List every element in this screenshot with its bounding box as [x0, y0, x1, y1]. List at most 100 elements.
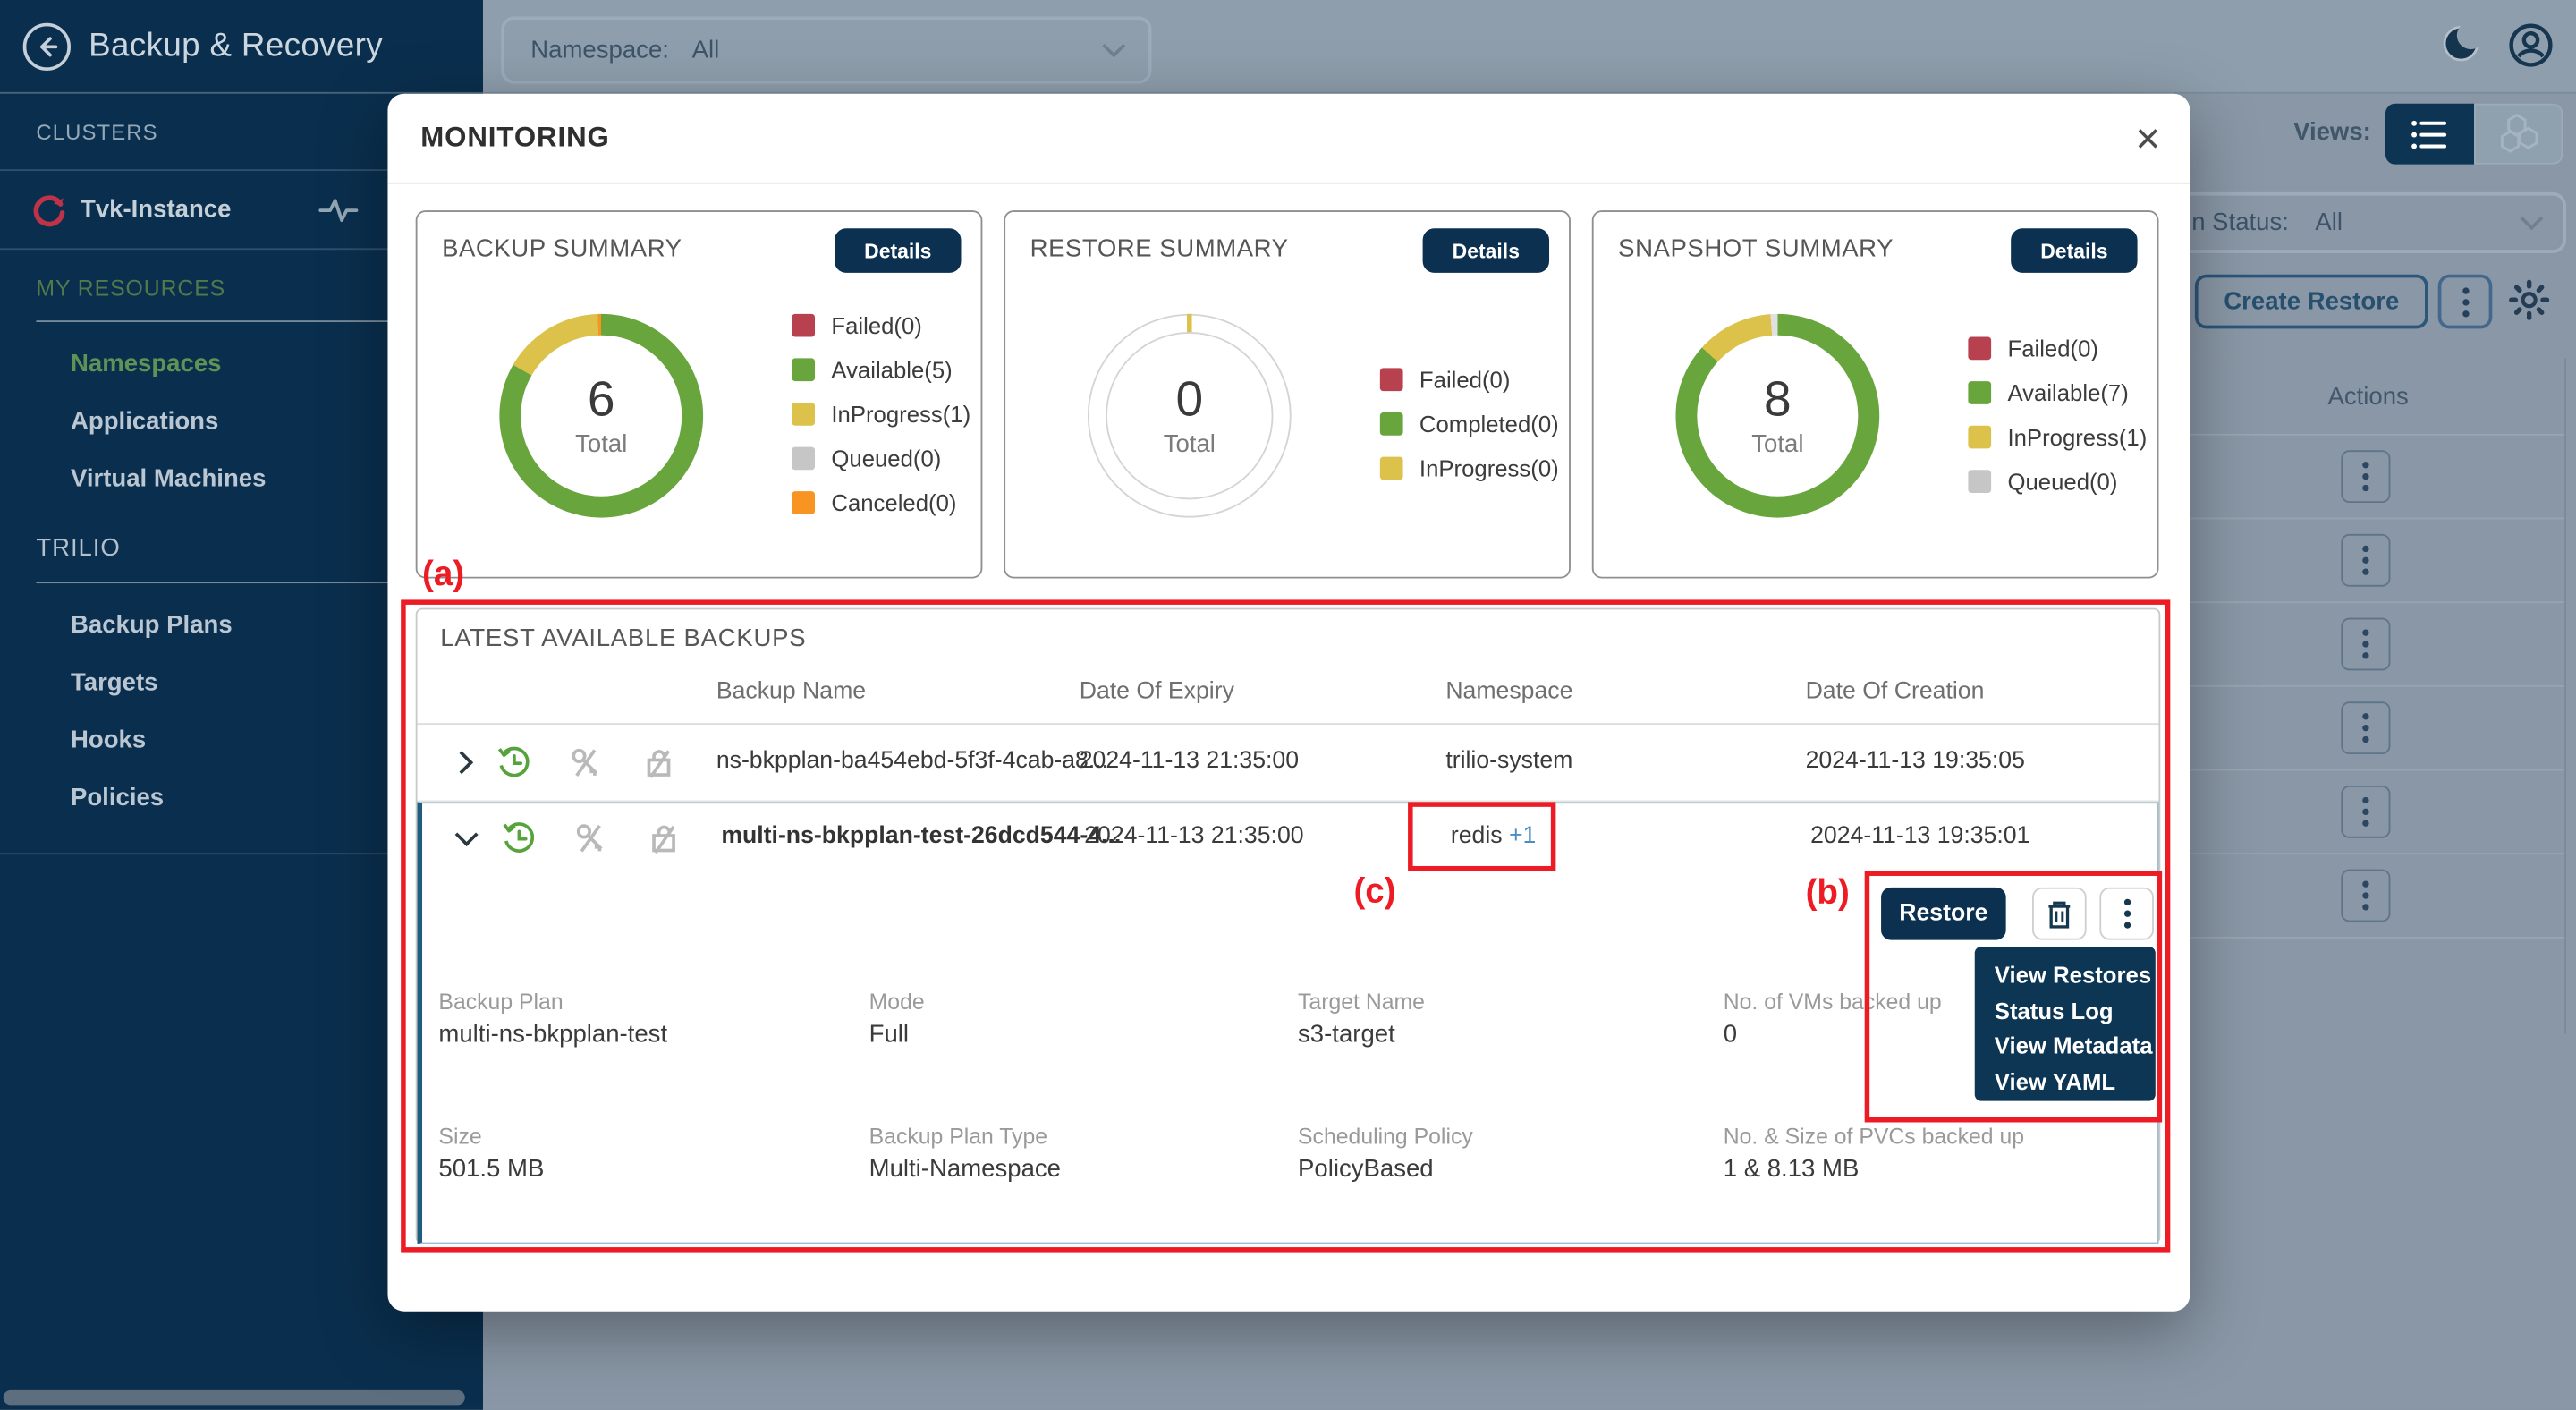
- annotation-label-c: (c): [1353, 872, 1395, 912]
- legend-label: Failed(0): [831, 312, 921, 338]
- namespace-label: Namespace:: [530, 36, 669, 64]
- backup-summary-card: BACKUP SUMMARY Details 6 Total Failed(0)…: [416, 210, 983, 578]
- arrow-left-icon: [35, 34, 60, 59]
- donut-total-label: Total: [1164, 430, 1216, 458]
- activity-pulse-icon: [318, 195, 358, 225]
- list-view-icon: [2409, 115, 2452, 154]
- legend-item: Failed(0): [1968, 337, 2147, 361]
- views-label: Views:: [2293, 118, 2371, 146]
- row-kebab-button[interactable]: [2341, 534, 2390, 587]
- list-view-button[interactable]: [2385, 104, 2474, 165]
- background-table: Actions: [2172, 358, 2566, 1033]
- legend-label: Available(7): [2007, 379, 2128, 405]
- kebab-icon: [2362, 462, 2368, 491]
- row-kebab-button[interactable]: [2341, 701, 2390, 754]
- table-row: [2172, 603, 2564, 687]
- user-avatar-icon: [2507, 21, 2555, 69]
- legend-item: Failed(0): [792, 314, 970, 337]
- restore-details-button[interactable]: Details: [1423, 228, 1549, 273]
- toolbar-kebab-button[interactable]: [2438, 275, 2493, 329]
- legend-swatch: [1380, 457, 1403, 480]
- grid-view-button[interactable]: [2474, 104, 2563, 165]
- table-row: [2172, 687, 2564, 771]
- legend-swatch: [792, 447, 815, 471]
- close-icon[interactable]: ×: [2135, 116, 2160, 159]
- annotation-box-b: [1865, 871, 2162, 1122]
- table-row: [2172, 854, 2564, 939]
- legend-label: InProgress(1): [2007, 424, 2147, 450]
- kebab-icon: [2362, 713, 2368, 743]
- row-kebab-button[interactable]: [2341, 618, 2390, 671]
- status-filter-label: n Status:: [2191, 208, 2289, 236]
- moon-icon: [2441, 21, 2486, 66]
- legend-swatch: [1968, 337, 1991, 361]
- legend-label: Available(5): [831, 357, 952, 383]
- legend-label: InProgress(1): [831, 401, 970, 427]
- legend-swatch: [792, 358, 815, 381]
- snapshot-donut-chart: 8 Total: [1675, 314, 1879, 518]
- donut-center: 6 Total: [521, 336, 682, 497]
- table-row: [2172, 519, 2564, 603]
- row-kebab-button[interactable]: [2341, 450, 2390, 503]
- annotation-label-b: (b): [1806, 874, 1850, 913]
- legend-item: Completed(0): [1380, 412, 1559, 436]
- summary-cards: BACKUP SUMMARY Details 6 Total Failed(0)…: [416, 210, 2159, 578]
- legend-swatch: [792, 491, 815, 514]
- legend-label: InProgress(0): [1419, 455, 1559, 481]
- legend-item: Queued(0): [792, 447, 970, 471]
- legend-swatch: [1380, 412, 1403, 436]
- row-kebab-button[interactable]: [2341, 786, 2390, 838]
- legend-item: InProgress(1): [792, 403, 970, 426]
- legend-item: Queued(0): [1968, 470, 2147, 493]
- annotation-box-c: [1408, 802, 1555, 871]
- app-title: Backup & Recovery: [89, 27, 383, 64]
- legend: Failed(0) Completed(0) InProgress(0): [1380, 368, 1559, 480]
- legend: Failed(0) Available(5) InProgress(1) Que…: [792, 314, 970, 514]
- donut-total: 0: [1175, 373, 1203, 429]
- account-button[interactable]: [2507, 21, 2555, 77]
- donut-total: 8: [1764, 373, 1792, 429]
- annotation-label-a: (a): [422, 556, 464, 595]
- modal-title: MONITORING: [420, 122, 610, 155]
- donut-total-label: Total: [1751, 430, 1803, 458]
- dark-mode-toggle[interactable]: [2441, 21, 2486, 74]
- donut-total-label: Total: [575, 430, 627, 458]
- chevron-down-icon: [1102, 34, 1125, 57]
- back-button[interactable]: [23, 22, 71, 70]
- legend-item: InProgress(1): [1968, 426, 2147, 449]
- legend-item: Failed(0): [1380, 368, 1559, 391]
- table-row: [2172, 436, 2564, 520]
- backup-details-button[interactable]: Details: [835, 228, 961, 273]
- restore-summary-card: RESTORE SUMMARY Details 0 Total Failed(0…: [1004, 210, 1571, 578]
- kebab-icon: [2362, 629, 2368, 658]
- instance-label: Tvk-Instance: [80, 196, 231, 224]
- settings-button[interactable]: [2507, 277, 2552, 330]
- donut-tick: [1187, 314, 1192, 334]
- donut-center: 0 Total: [1106, 332, 1273, 499]
- horizontal-scrollbar[interactable]: [4, 1390, 465, 1406]
- snapshot-details-button[interactable]: Details: [2011, 228, 2137, 273]
- kebab-icon: [2362, 546, 2368, 575]
- kebab-icon: [2462, 287, 2468, 317]
- legend-item: Canceled(0): [792, 491, 970, 514]
- actions-column-header: Actions: [2172, 358, 2564, 435]
- legend-label: Failed(0): [2007, 336, 2097, 361]
- app-root: Namespace: All Views:: [0, 0, 2576, 1410]
- create-restore-button[interactable]: Create Restore: [2195, 275, 2428, 329]
- namespace-dropdown[interactable]: Namespace: All: [501, 16, 1151, 83]
- legend: Failed(0) Available(7) InProgress(1) Que…: [1968, 337, 2147, 493]
- kebab-icon: [2362, 880, 2368, 910]
- card-title: RESTORE SUMMARY: [1030, 235, 1289, 263]
- status-filter-dropdown[interactable]: n Status: All: [2172, 192, 2566, 253]
- chevron-down-icon: [2520, 207, 2543, 230]
- legend-label: Canceled(0): [831, 489, 956, 515]
- legend-label: Queued(0): [2007, 468, 2117, 494]
- legend-label: Queued(0): [831, 446, 941, 471]
- namespace-value: All: [692, 36, 720, 64]
- view-toggle: [2385, 104, 2563, 165]
- snapshot-summary-card: SNAPSHOT SUMMARY Details 8 Total Failed(…: [1592, 210, 2159, 578]
- legend-item: Available(7): [1968, 381, 2147, 404]
- screen: Namespace: All Views:: [0, 0, 2576, 1410]
- legend-swatch: [792, 314, 815, 337]
- row-kebab-button[interactable]: [2341, 870, 2390, 922]
